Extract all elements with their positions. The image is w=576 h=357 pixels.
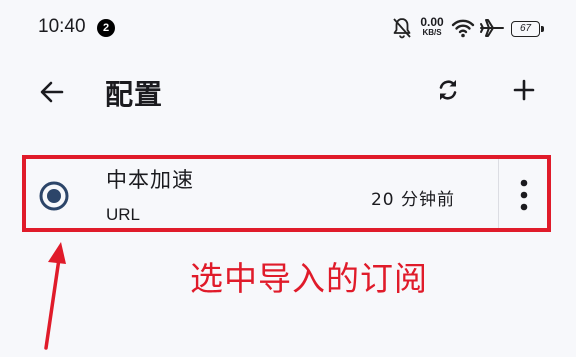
status-bar: 10:40 2 0.00 KB/S 67 <box>0 0 576 58</box>
profile-name: 中本加速 <box>106 168 194 192</box>
annotation-arrow-icon <box>44 242 66 350</box>
battery-indicator: 67 <box>511 21 544 37</box>
profile-type: URL <box>106 205 141 224</box>
sync-icon <box>439 80 457 100</box>
status-time: 10:40 <box>38 16 86 37</box>
network-speed-unit: KB/S <box>422 28 442 37</box>
plus-icon <box>513 79 535 101</box>
profile-updated-time: 20 分钟前 <box>370 190 455 210</box>
network-speed-value: 0.00 <box>420 15 444 29</box>
page-title: 配置 <box>105 78 164 111</box>
back-button[interactable] <box>36 76 68 108</box>
divider <box>498 159 499 228</box>
network-speed: 0.00 KB/S <box>418 16 446 37</box>
more-vertical-icon <box>520 179 528 211</box>
app-bar: 配置 <box>0 58 576 124</box>
wifi-icon <box>451 17 475 43</box>
arrow-left-icon <box>40 81 64 103</box>
profile-list-item[interactable]: 中本加速 URL 20 分钟前 <box>22 155 551 232</box>
bell-muted-icon <box>391 16 413 44</box>
airplane-icon <box>479 17 505 43</box>
radio-checked-icon <box>39 181 69 211</box>
add-button[interactable] <box>508 74 540 106</box>
notification-badge: 2 <box>97 19 115 37</box>
annotation-label: 选中导入的订阅 <box>190 259 428 298</box>
sync-button[interactable] <box>432 74 464 106</box>
profile-radio-selected[interactable] <box>38 180 70 212</box>
more-options-button[interactable] <box>512 176 536 214</box>
